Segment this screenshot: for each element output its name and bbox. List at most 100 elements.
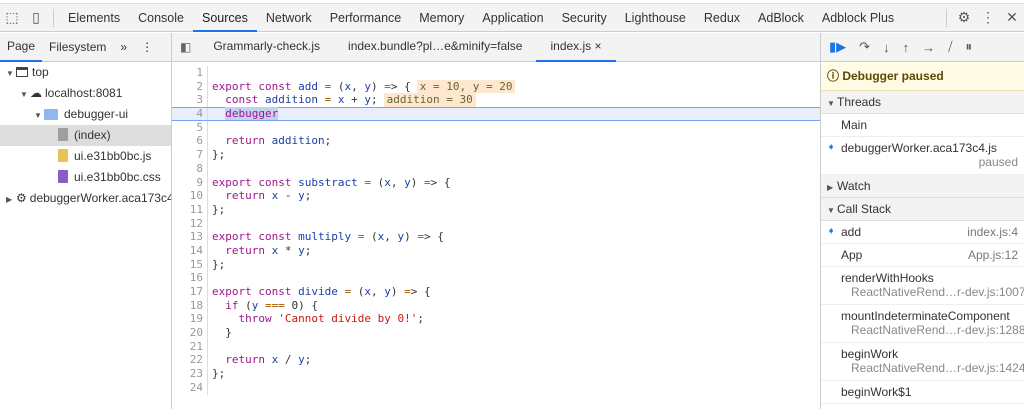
editor-tab[interactable]: index.js × (536, 33, 616, 62)
file-icon (58, 170, 68, 183)
line-number[interactable]: 1 (172, 66, 208, 80)
step-icon[interactable]: → (922, 40, 935, 55)
tree-item[interactable]: ▼ debugger-ui (0, 104, 171, 125)
deactivate-breakpoints-icon[interactable]: ⧸ (948, 39, 952, 55)
code-editor[interactable]: 1 2 export const add = (x, y) => {x = 10, … (172, 62, 820, 395)
line-number[interactable]: 13 (172, 230, 208, 244)
line-number[interactable]: 5 (172, 120, 208, 135)
close-icon[interactable]: ✕ (1000, 9, 1024, 26)
thread-item[interactable]: Main (821, 114, 1024, 137)
line-number[interactable]: 6 (172, 134, 208, 149)
resume-icon[interactable]: ▮▶ (829, 39, 846, 55)
close-tab-icon[interactable]: × (595, 39, 602, 53)
expanded-arrow-icon[interactable]: ▼ (34, 105, 44, 125)
threads-section-header[interactable]: ▼ Threads (821, 91, 1024, 114)
tab-memory[interactable]: Memory (410, 4, 473, 32)
tree-item[interactable]: ▼ ☁ localhost:8081 (0, 83, 171, 104)
tab-lighthouse[interactable]: Lighthouse (616, 4, 695, 32)
divider (946, 8, 947, 27)
device-toolbar-icon[interactable]: ▯ (24, 9, 48, 26)
tab-performance[interactable]: Performance (321, 4, 411, 32)
line-number[interactable]: 9 (172, 175, 208, 190)
line-number[interactable]: 3 (172, 93, 208, 108)
tab-application[interactable]: Application (473, 4, 552, 32)
thread-item[interactable]: ➧ debuggerWorker.aca173c4.js paused (821, 137, 1024, 175)
pause-on-exceptions-icon[interactable]: ⏸ (965, 39, 972, 55)
tab-page[interactable]: Page (0, 33, 43, 62)
main-toolbar: ⬚ ▯ Elements Console Sources Network Perform… (0, 4, 1024, 32)
current-arrow-icon: ➧ (827, 226, 836, 237)
code-line: 9 export const substract = (x, y) => { (172, 175, 820, 190)
callstack-frame[interactable]: beginWork ReactNativeRend…r-dev.js:14243 (821, 343, 1024, 381)
line-number[interactable]: 17 (172, 285, 208, 299)
callstack-section-header[interactable]: ▼ Call Stack (821, 198, 1024, 221)
step-out-icon[interactable]: ↑ (903, 40, 910, 55)
inline-value: addition = 30 (383, 93, 476, 108)
tab-redux[interactable]: Redux (695, 4, 749, 32)
settings-gear-icon[interactable]: ⚙ (952, 9, 976, 26)
more-vertical-icon[interactable]: ⋮ (134, 34, 160, 61)
line-number[interactable]: 22 (172, 353, 208, 368)
tab-sources[interactable]: Sources (192, 4, 257, 32)
tab-adblock-plus[interactable]: Adblock Plus (813, 4, 903, 32)
line-number[interactable]: 20 (172, 326, 208, 340)
line-number[interactable]: 14 (172, 243, 208, 258)
tree-item[interactable]: ▼ top (0, 62, 171, 83)
callstack-frame[interactable]: beginWork$1 (821, 381, 1024, 404)
collapsed-arrow-icon[interactable]: ▶ (6, 189, 16, 209)
line-number[interactable]: 11 (172, 202, 208, 217)
line-number[interactable]: 10 (172, 189, 208, 203)
code-line-text: return x / y; (225, 353, 312, 367)
line-number[interactable]: 24 (172, 380, 208, 395)
tab-console[interactable]: Console (129, 4, 193, 32)
line-number[interactable]: 23 (172, 367, 208, 381)
tree-item[interactable]: ui.e31bb0bc.css (0, 167, 171, 188)
callstack-frame[interactable]: mountIndeterminateComponent ReactNativeRe… (821, 305, 1024, 343)
line-number[interactable]: 15 (172, 257, 208, 272)
tab-security[interactable]: Security (553, 4, 616, 32)
line-number[interactable]: 16 (172, 271, 208, 285)
line-number[interactable]: 4 (172, 108, 208, 120)
tab-filesystem[interactable]: Filesystem (42, 34, 113, 61)
tree-item[interactable]: ui.e31bb0bc.js (0, 146, 171, 167)
line-number[interactable]: 2 (172, 79, 208, 94)
toggle-navigator-icon[interactable]: ◧ (172, 40, 199, 54)
inspect-element-icon[interactable]: ⬚ (0, 9, 24, 26)
callstack-frame[interactable]: ➧ index.js:4 add (821, 221, 1024, 244)
code-line-text: }; (212, 148, 226, 162)
editor-tab[interactable]: index.bundle?pl…e&minify=false (334, 33, 536, 62)
expanded-arrow-icon[interactable]: ▼ (20, 84, 30, 104)
code-line: 11}; (172, 202, 820, 217)
code-line-text: return addition; (225, 134, 332, 148)
expanded-arrow-icon[interactable]: ▼ (6, 63, 16, 83)
code-line-text: } (212, 326, 232, 340)
tab-adblock[interactable]: AdBlock (749, 4, 813, 32)
tree-item[interactable]: ▶ ⚙ debuggerWorker.aca173c4.js (0, 188, 171, 209)
line-number[interactable]: 12 (172, 216, 208, 231)
callstack-frame[interactable]: App.js:12 App (821, 244, 1024, 267)
current-arrow-icon: ➧ (827, 142, 836, 153)
more-tabs-button[interactable]: » (113, 34, 134, 61)
callstack-frame[interactable]: renderWithHooks ReactNativeRend…r-dev.js:… (821, 267, 1024, 305)
more-vertical-icon[interactable]: ⋮ (976, 9, 1000, 26)
step-into-icon[interactable]: ↓ (883, 40, 890, 55)
tree-item[interactable]: (index) (0, 125, 171, 146)
code-line: 2 export const add = (x, y) => {x = 10, y… (172, 79, 820, 94)
code-line: 13 export const multiply = (x, y) => { (172, 230, 820, 244)
line-number[interactable]: 18 (172, 298, 208, 313)
code-line-text: }; (212, 202, 226, 216)
tab-elements[interactable]: Elements (59, 4, 129, 32)
line-number[interactable]: 7 (172, 148, 208, 162)
line-number[interactable]: 21 (172, 339, 208, 354)
editor-tab[interactable]: Grammarly-check.js (199, 33, 334, 62)
line-number[interactable]: 19 (172, 312, 208, 327)
line-number[interactable]: 8 (172, 161, 208, 176)
step-over-icon[interactable]: ↷ (859, 39, 870, 55)
code-line-text: throw 'Cannot divide by 0!'; (238, 312, 424, 326)
navigator-panel: Page Filesystem » ⋮ ▼ top ▼ ☁ localhost:8081… (0, 33, 172, 409)
code-line: 6 return addition; (172, 134, 820, 149)
tab-network[interactable]: Network (257, 4, 321, 32)
folder-icon (44, 109, 58, 120)
watch-section-header[interactable]: ▶ Watch (821, 175, 1024, 198)
code-line: 19 throw 'Cannot divide by 0!'; (172, 312, 820, 327)
